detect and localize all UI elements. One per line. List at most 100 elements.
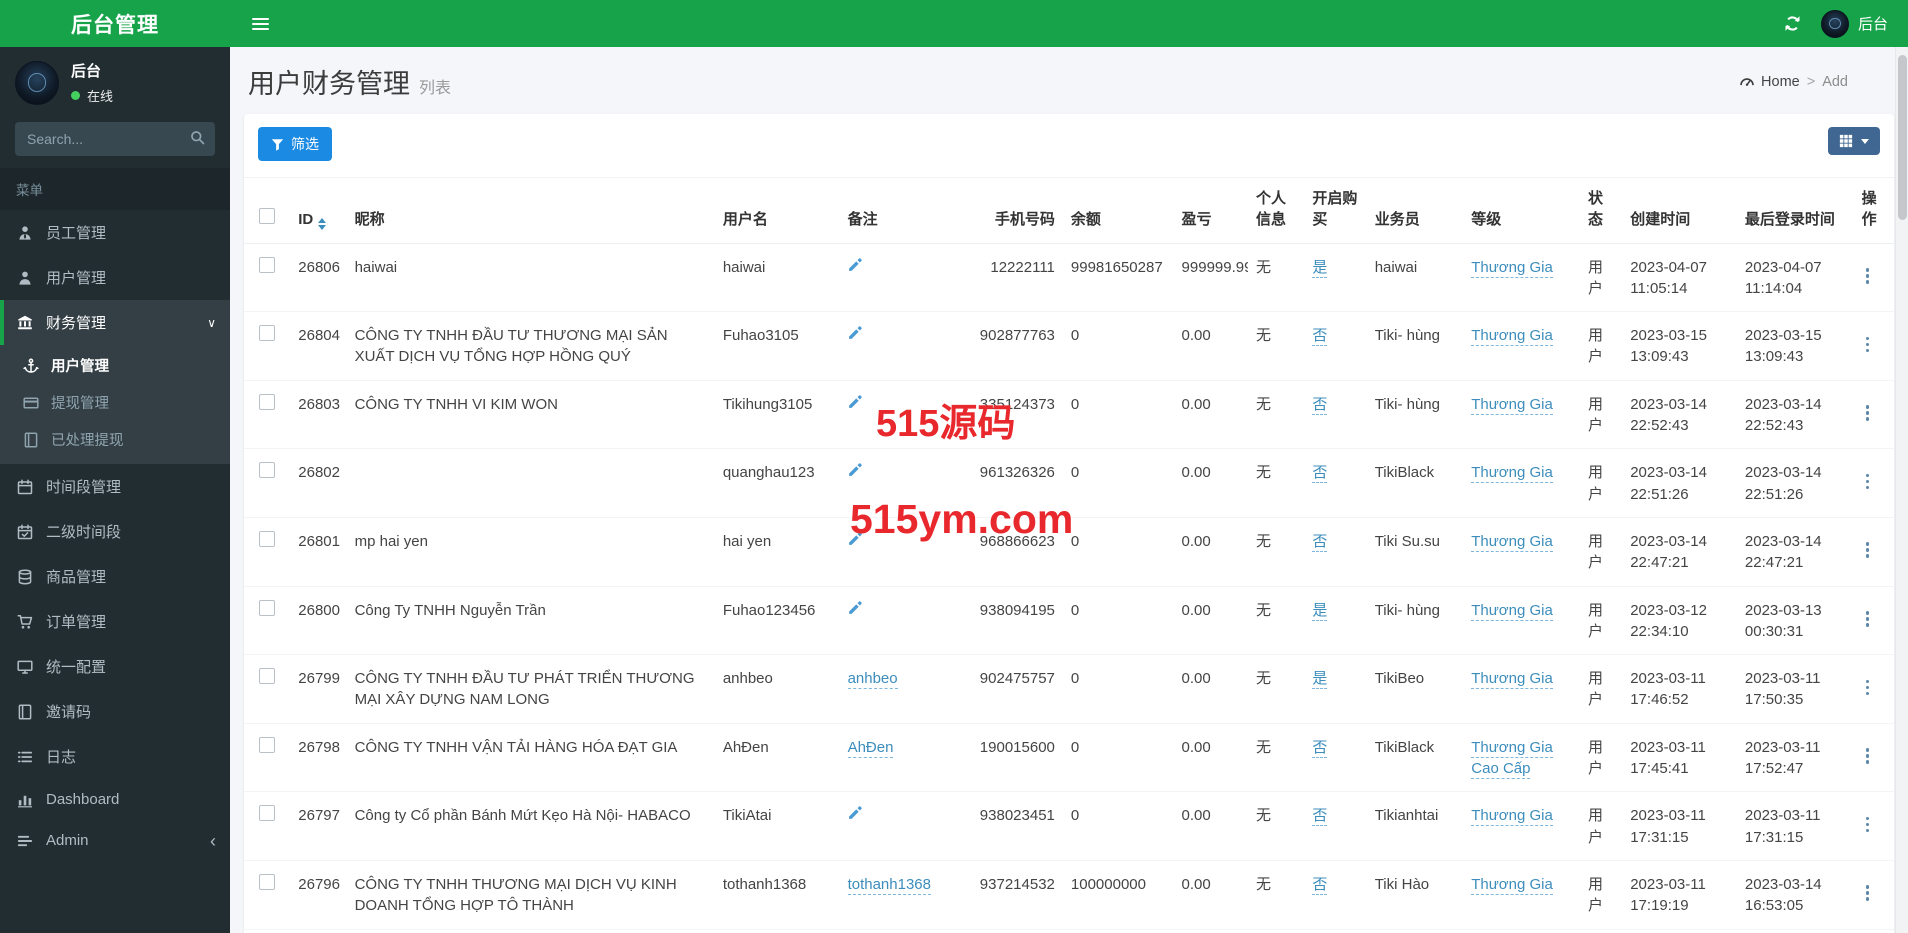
note-link[interactable]: tothanh1368 <box>847 875 931 895</box>
sidebar-item[interactable]: 用户管理 <box>0 255 230 300</box>
edit-note-icon[interactable] <box>848 600 863 615</box>
note-link[interactable]: AhĐen <box>847 738 894 758</box>
cell-created-time: 2023-03-14 22:47:21 <box>1622 516 1737 587</box>
level-link[interactable]: Thương Gia <box>1471 258 1553 278</box>
edit-note-icon[interactable] <box>848 805 863 820</box>
cell-level: Thương Gia <box>1463 585 1580 655</box>
cell-last-login: 2023-03-11 17:52:47 <box>1736 722 1854 792</box>
toggle-buy-link[interactable]: 是 <box>1312 601 1328 621</box>
cell-nickname: mp hai yen <box>346 516 715 587</box>
sidebar-item[interactable]: 日志 <box>0 734 230 779</box>
cell-level: Thương Gia Cao Cấp <box>1463 722 1580 792</box>
cell-nickname: CÔNG TY TNHH VI KIM WON <box>346 379 715 449</box>
level-link[interactable]: Thương Gia <box>1471 807 1553 827</box>
sidebar-item[interactable]: 时间段管理 <box>0 464 230 509</box>
table-columns-button[interactable] <box>1828 127 1880 155</box>
sidebar-toggle-button[interactable] <box>246 12 275 36</box>
level-link[interactable]: Thương Gia <box>1471 601 1553 621</box>
note-link[interactable]: anhbeo <box>847 670 898 690</box>
toggle-buy-link[interactable]: 是 <box>1312 258 1328 278</box>
page-subtitle: 列表 <box>419 80 452 97</box>
sidebar-subitem-label: 提现管理 <box>51 396 109 412</box>
level-link[interactable]: Thương Gia <box>1471 327 1553 347</box>
row-checkbox[interactable] <box>259 325 275 342</box>
row-actions-icon[interactable] <box>1862 678 1874 698</box>
sidebar-subitem[interactable]: 用户管理 <box>0 347 230 384</box>
edit-note-icon[interactable] <box>848 531 863 546</box>
toggle-buy-link[interactable]: 否 <box>1312 464 1328 484</box>
row-checkbox[interactable] <box>259 599 275 616</box>
sidebar-item[interactable]: 统一配置 <box>0 644 230 689</box>
cell-last-login: 2023-03-15 13:09:43 <box>1736 311 1854 381</box>
row-checkbox[interactable] <box>259 393 275 410</box>
level-link[interactable]: Thương Gia <box>1471 875 1553 895</box>
row-actions-icon[interactable] <box>1862 609 1874 629</box>
toggle-buy-link[interactable]: 否 <box>1312 395 1328 415</box>
row-actions-icon[interactable] <box>1862 883 1874 903</box>
cell-balance: 0 <box>1062 379 1174 449</box>
toggle-buy-link[interactable]: 否 <box>1312 532 1328 552</box>
sidebar-item[interactable]: Dashboard <box>0 779 230 820</box>
filter-button[interactable]: 筛选 <box>258 127 332 161</box>
row-checkbox[interactable] <box>259 256 275 273</box>
navbar-user-menu[interactable]: 后台 <box>1820 9 1888 38</box>
refresh-button[interactable] <box>1784 15 1801 32</box>
row-checkbox[interactable] <box>259 668 275 685</box>
row-actions-icon[interactable] <box>1862 815 1874 835</box>
row-checkbox[interactable] <box>259 873 275 890</box>
column-header[interactable]: ID <box>290 178 347 244</box>
row-actions-icon[interactable] <box>1862 746 1874 766</box>
edit-note-icon[interactable] <box>848 325 863 340</box>
row-checkbox[interactable] <box>259 805 275 822</box>
level-link[interactable]: Thương Gia <box>1471 464 1553 484</box>
cell-actions <box>1853 859 1894 930</box>
row-actions-icon[interactable] <box>1862 540 1874 560</box>
select-all-checkbox[interactable] <box>259 208 275 225</box>
edit-note-icon[interactable] <box>848 394 863 409</box>
breadcrumb-home-link[interactable]: Home <box>1739 74 1800 90</box>
cell-balance: 0 <box>1062 791 1174 861</box>
sidebar-item[interactable]: 二级时间段 <box>0 509 230 554</box>
edit-note-icon[interactable] <box>848 257 863 272</box>
row-actions-icon[interactable] <box>1862 335 1874 355</box>
sidebar-item[interactable]: 商品管理 <box>0 554 230 599</box>
row-actions-icon[interactable] <box>1862 403 1874 423</box>
dashboard-icon <box>1739 74 1755 89</box>
cell-balance: 0 <box>1062 448 1174 518</box>
scrollbar-thumb[interactable] <box>1897 55 1907 220</box>
level-link[interactable]: Thương Gia <box>1471 670 1553 690</box>
row-actions-icon[interactable] <box>1862 472 1874 492</box>
sidebar-subitem[interactable]: 已处理提现 <box>0 421 230 458</box>
toggle-buy-link[interactable]: 否 <box>1312 738 1328 758</box>
edit-note-icon[interactable] <box>848 462 863 477</box>
sidebar-item[interactable]: 订单管理 <box>0 599 230 644</box>
cell-created-time: 2023-03-11 17:19:19 <box>1622 859 1737 930</box>
sidebar-item[interactable]: Admin ‹ <box>0 820 230 861</box>
sidebar-item[interactable]: 财务管理 ∨ <box>0 300 230 345</box>
cell-username: Fuhao3105 <box>714 311 840 381</box>
cell-level: Thương Gia <box>1463 379 1580 449</box>
row-actions-icon[interactable] <box>1862 266 1874 286</box>
sidebar-subitem[interactable]: 提现管理 <box>0 384 230 421</box>
toggle-buy-link[interactable]: 否 <box>1312 327 1328 347</box>
breadcrumb: Home > Add <box>1739 74 1848 90</box>
brand-logo[interactable]: 后台管理 <box>0 0 230 47</box>
row-checkbox[interactable] <box>259 530 275 547</box>
book-icon <box>16 703 34 720</box>
search-input[interactable] <box>15 122 215 156</box>
sidebar-item[interactable]: 邀请码 <box>0 689 230 734</box>
filter-icon <box>271 138 284 151</box>
sidebar-item[interactable]: 员工管理 <box>0 210 230 255</box>
toggle-buy-link[interactable]: 否 <box>1312 807 1328 827</box>
level-link[interactable]: Thương Gia <box>1471 395 1553 415</box>
row-checkbox[interactable] <box>259 736 275 753</box>
row-checkbox[interactable] <box>259 462 275 479</box>
cell-personal-info: 无 <box>1247 928 1305 933</box>
sidebar-item-label: 时间段管理 <box>46 479 122 496</box>
toggle-buy-link[interactable]: 否 <box>1312 875 1328 895</box>
level-link[interactable]: Thương Gia Cao Cấp <box>1471 738 1553 780</box>
cell-created-time: 2023-03-12 22:34:10 <box>1622 585 1737 655</box>
level-link[interactable]: Thương Gia <box>1471 532 1553 552</box>
toggle-buy-link[interactable]: 是 <box>1312 670 1328 690</box>
cell-profit: 0.00 <box>1173 654 1248 724</box>
